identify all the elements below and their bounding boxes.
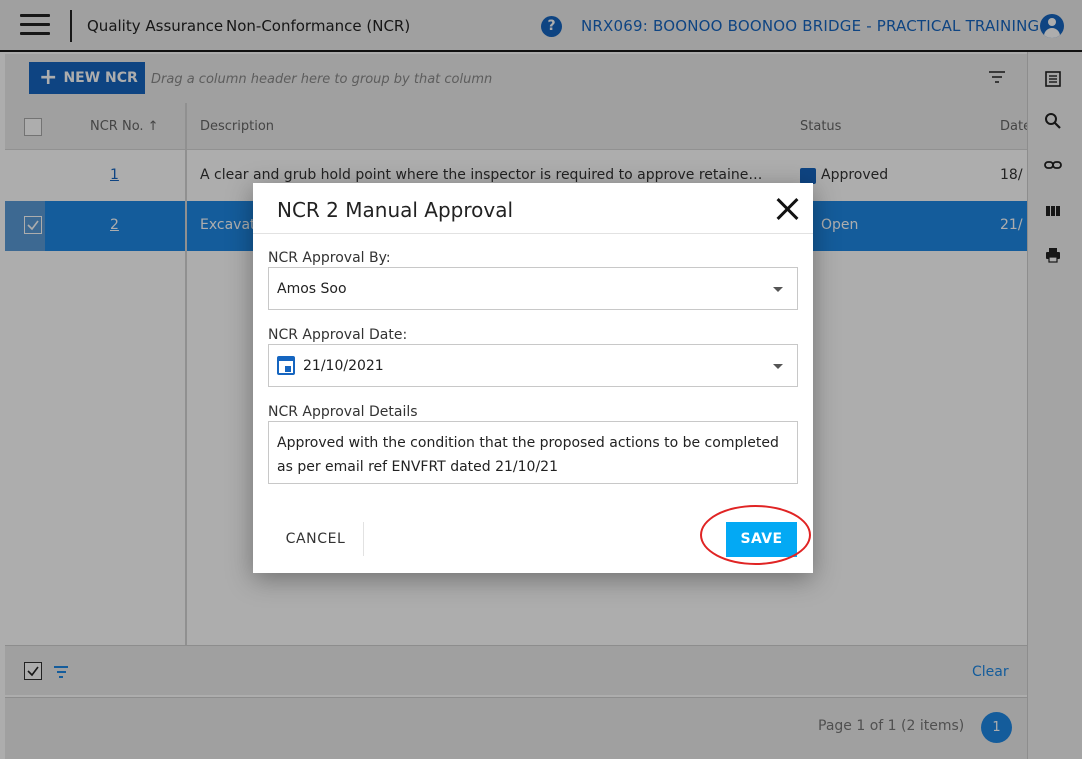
chevron-down-icon[interactable]: [773, 364, 783, 369]
chevron-down-icon[interactable]: [773, 287, 783, 292]
annotation-circle: [700, 505, 811, 565]
approval-details-label: NCR Approval Details: [268, 404, 418, 420]
close-icon[interactable]: [773, 195, 801, 223]
dialog-divider: [253, 233, 813, 234]
approval-date-label: NCR Approval Date:: [268, 327, 408, 343]
approval-date-picker[interactable]: 21/10/2021: [268, 344, 798, 387]
dialog-title: NCR 2 Manual Approval: [277, 198, 514, 222]
approval-by-label: NCR Approval By:: [268, 250, 391, 266]
approval-date-value: 21/10/2021: [303, 358, 384, 374]
approval-by-select[interactable]: Amos Soo: [268, 267, 798, 310]
ncr-approval-dialog: NCR 2 Manual Approval NCR Approval By: A…: [253, 183, 813, 573]
approval-details-textarea[interactable]: Approved with the condition that the pro…: [268, 421, 798, 484]
calendar-icon[interactable]: [277, 356, 295, 375]
cancel-button[interactable]: CANCEL: [268, 522, 364, 556]
approval-by-value: Amos Soo: [277, 281, 347, 297]
